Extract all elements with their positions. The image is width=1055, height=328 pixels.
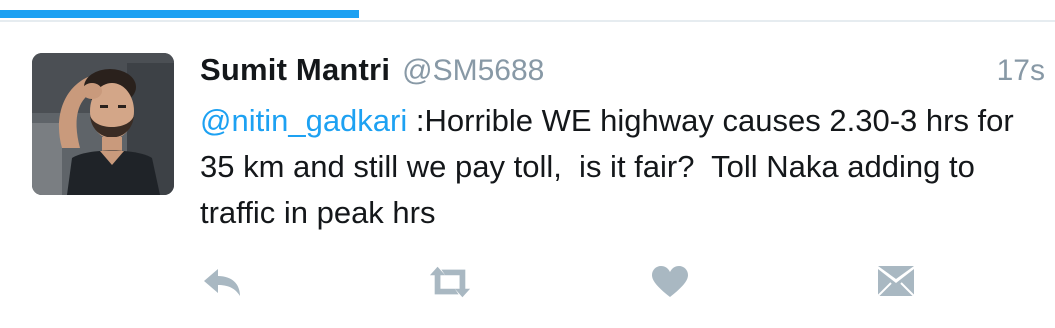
mention-link[interactable]: @nitin_gadkari [200, 103, 407, 138]
tweet-header: Sumit Mantri @SM5688 [200, 52, 544, 92]
loading-progress-fill [0, 10, 359, 18]
retweet-button[interactable] [428, 260, 472, 304]
tweet-text: @nitin_gadkari :Horrible WE highway caus… [200, 98, 1050, 236]
user-handle[interactable]: @SM5688 [402, 54, 544, 88]
avatar-photo [32, 53, 174, 195]
heart-icon [652, 266, 688, 297]
loading-progress-bar [0, 10, 1055, 18]
envelope-icon [877, 266, 915, 297]
like-button[interactable] [648, 260, 692, 304]
tweet-actions [0, 260, 1055, 304]
reply-icon [204, 269, 240, 296]
avatar[interactable] [32, 53, 174, 195]
display-name[interactable]: Sumit Mantri [200, 52, 390, 88]
retweet-icon [429, 266, 471, 298]
tweet-timestamp[interactable]: 17s [997, 54, 1045, 88]
reply-button[interactable] [200, 260, 244, 304]
top-bar [0, 0, 1055, 22]
direct-message-button[interactable] [874, 260, 918, 304]
